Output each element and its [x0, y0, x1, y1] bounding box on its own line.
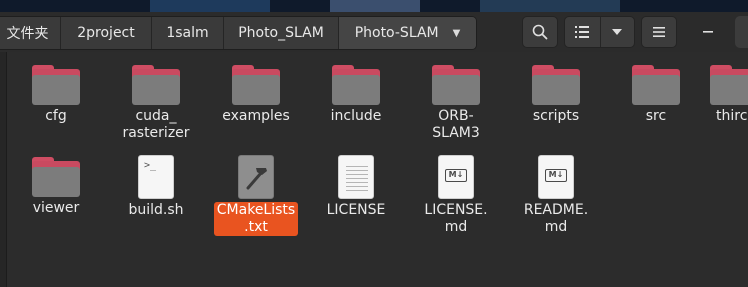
file-name-label: examples [222, 108, 290, 124]
file-name-label: scripts [532, 108, 580, 124]
file-item-build-sh[interactable]: >_ build.sh [108, 155, 204, 219]
file-name-label: LICENSE. md [424, 202, 488, 235]
file-item-scripts[interactable]: scripts [508, 65, 604, 125]
main-menu-button[interactable] [641, 16, 677, 48]
file-name-label: include [330, 108, 382, 124]
breadcrumb-item-current[interactable]: Photo-SLAM ▼ [339, 17, 476, 49]
file-name-label: build.sh [128, 202, 184, 218]
view-options-menu-button[interactable] [599, 17, 634, 47]
minimize-icon [703, 31, 713, 33]
file-item-include[interactable]: include [308, 65, 404, 125]
desktop-wallpaper-strip [0, 0, 748, 12]
file-name-label: README. md [523, 202, 589, 235]
breadcrumb-item-folder[interactable]: 文件夹 [0, 17, 61, 49]
chevron-down-icon [612, 29, 623, 35]
file-name-label: ORB- SLAM3 [432, 108, 480, 141]
file-name-label: src [645, 108, 667, 124]
file-item-examples[interactable]: examples [208, 65, 304, 125]
folder-icon [332, 65, 380, 105]
file-item-cuda-rasterizer[interactable]: cuda_ rasterizer [108, 65, 204, 142]
maximize-button[interactable] [735, 16, 748, 48]
markdown-file-icon: M↓ [438, 155, 474, 199]
file-name-label: viewer [32, 200, 80, 216]
hamburger-menu-icon [653, 27, 665, 37]
folder-icon [232, 65, 280, 105]
minimize-button[interactable] [690, 16, 726, 48]
file-item-src[interactable]: src [608, 65, 704, 125]
cmake-file-icon [238, 155, 274, 199]
file-name-label: CMakeLists .txt [213, 202, 299, 236]
file-item-license-md[interactable]: M↓ LICENSE. md [408, 155, 504, 236]
file-item-viewer[interactable]: viewer [8, 157, 104, 217]
breadcrumb-item-photo-slam-parent[interactable]: Photo_SLAM [224, 17, 339, 49]
file-name-label: cfg [45, 108, 67, 124]
folder-icon [432, 65, 480, 105]
breadcrumb-label: Photo-SLAM [354, 25, 439, 41]
list-view-button[interactable] [565, 17, 600, 47]
breadcrumb-label: 1salm [166, 25, 209, 41]
search-button[interactable] [522, 16, 558, 48]
breadcrumb-label: 2project [77, 25, 135, 41]
folder-icon [710, 65, 748, 105]
view-options-group [564, 16, 635, 48]
file-item-license[interactable]: LICENSE [308, 155, 404, 219]
list-view-icon [575, 26, 590, 38]
file-name-label: thirc [716, 108, 748, 124]
file-item-cfg[interactable]: cfg [8, 65, 104, 125]
chevron-down-icon: ▼ [452, 27, 461, 39]
file-item-orb-slam3[interactable]: ORB- SLAM3 [408, 65, 504, 142]
breadcrumb-item-1salm[interactable]: 1salm [152, 17, 224, 49]
breadcrumb-label: 文件夹 [6, 26, 49, 42]
shell-script-icon: >_ [138, 155, 174, 199]
file-item-third-party[interactable]: thirc [708, 65, 748, 125]
folder-icon [32, 65, 80, 105]
breadcrumb-item-2project[interactable]: 2project [61, 17, 152, 49]
markdown-file-icon: M↓ [538, 155, 574, 199]
file-item-readme-md[interactable]: M↓ README. md [508, 155, 604, 236]
search-icon [532, 24, 548, 40]
breadcrumb: 文件夹 2project 1salm Photo_SLAM Photo-SLAM… [0, 16, 477, 50]
file-name-label: cuda_ rasterizer [122, 108, 190, 141]
folder-icon [632, 65, 680, 105]
folder-icon [532, 65, 580, 105]
folder-icon [132, 65, 180, 105]
sidebar-edge [0, 52, 7, 287]
file-item-cmakelists[interactable]: CMakeLists .txt [208, 155, 304, 236]
text-file-icon [338, 155, 374, 199]
file-name-label: LICENSE [326, 202, 386, 218]
breadcrumb-label: Photo_SLAM [238, 25, 324, 41]
folder-icon [32, 157, 80, 197]
